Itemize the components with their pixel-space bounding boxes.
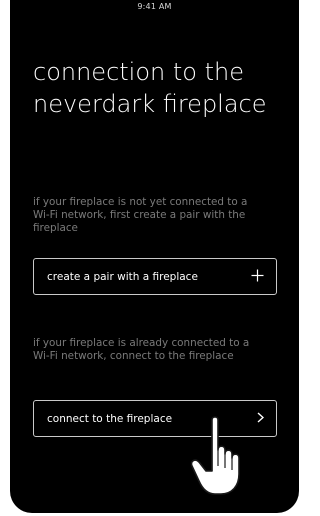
new-pair-description: if your fireplace is not yet connected t… <box>33 196 248 234</box>
create-pair-button[interactable]: create a pair with a fireplace <box>33 258 277 295</box>
connect-description: if your fireplace is already connected t… <box>33 337 250 362</box>
create-pair-label: create a pair with a fireplace <box>47 270 198 283</box>
tap-hand-icon <box>190 416 240 495</box>
plus-icon <box>251 269 264 285</box>
page-title: connection to the neverdark fireplace <box>33 58 267 118</box>
status-bar-time: 9:41 AM <box>137 2 172 11</box>
